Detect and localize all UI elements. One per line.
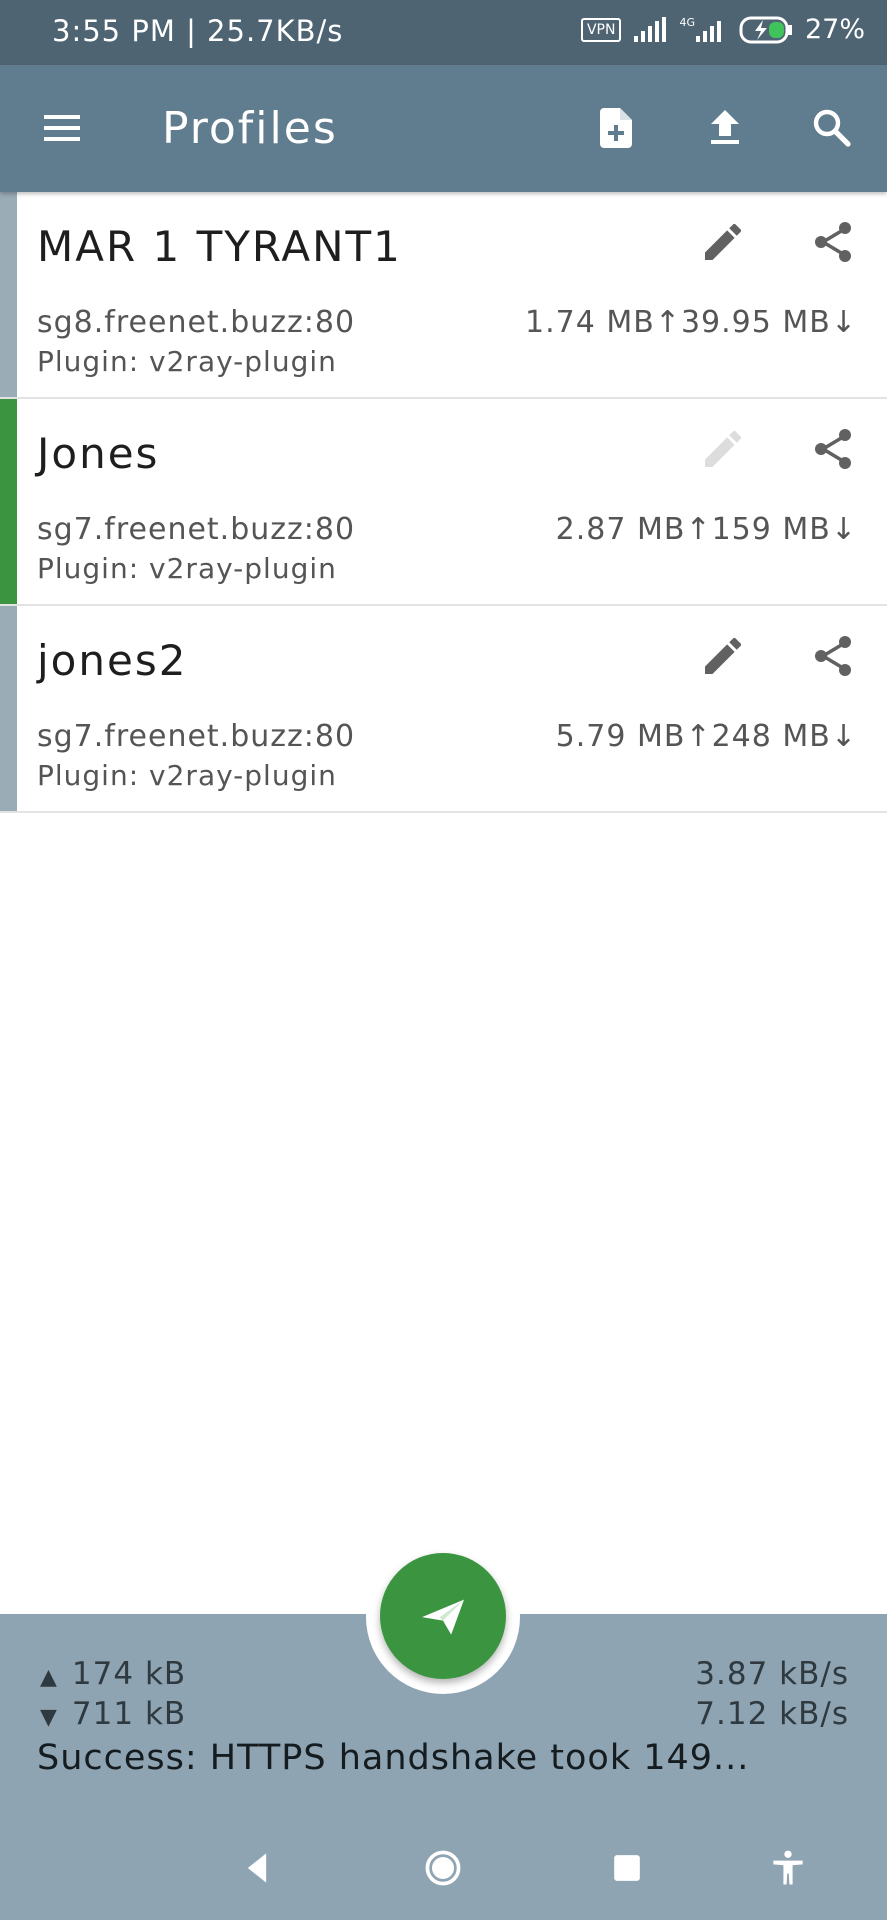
profile-status-indicator [0,192,17,397]
profile-traffic: 2.87 MB↑159 MB↓ [555,512,857,547]
tx-total: ▲ 174 kB [40,1656,186,1692]
nav-accessibility-button[interactable] [758,1838,818,1898]
battery-level: 27% [804,14,865,45]
share-profile-button[interactable] [805,421,861,477]
profile-plugin: Plugin: v2ray-plugin [37,552,337,585]
profile-host: sg7.freenet.buzz:80 [37,512,356,547]
signal-icon-2 [695,20,721,42]
accessibility-icon [773,1850,803,1885]
profile-host: sg8.freenet.buzz:80 [37,305,356,340]
nav-back-button[interactable] [227,1838,287,1898]
search-icon [813,109,851,147]
upload-arrow-icon: ▲ [40,1665,58,1690]
signal-icon [634,16,667,42]
battery-icon [739,16,792,43]
profile-card-mar-1-tyrant1[interactable]: MAR 1 TYRANT1 sg8.freenet.buzz:80 1.74 M… [0,192,887,399]
vpn-badge: VPN [580,17,622,42]
status-time-speed: 3:55 PM | 25.7KB/s [52,14,344,48]
profile-name: Jones [37,429,160,478]
share-profile-button[interactable] [805,628,861,684]
pencil-icon [705,223,742,260]
profile-list: MAR 1 TYRANT1 sg8.freenet.buzz:80 1.74 M… [0,192,887,813]
profile-traffic: 1.74 MB↑39.95 MB↓ [525,305,857,340]
upload-icon [711,110,739,144]
rx-rate: 7.12 kB/s [695,1696,849,1732]
download-arrow-icon: ▼ [40,1705,58,1730]
tx-total-value: 174 kB [71,1656,187,1692]
app-root: 3:55 PM | 25.7KB/s VPN 4G 27% Profiles M… [0,0,887,1920]
profile-name: jones2 [37,636,188,685]
network-type-group: 4G [679,17,727,43]
back-icon [247,1853,267,1883]
edit-profile-button[interactable] [695,214,751,270]
connect-fab[interactable] [380,1553,506,1679]
share-profile-button[interactable] [805,214,861,270]
pencil-icon [705,430,742,467]
status-indicators: VPN 4G 27% [580,14,865,45]
profile-card-jones2[interactable]: jones2 sg7.freenet.buzz:80 5.79 MB↑248 M… [0,606,887,813]
profile-plugin: Plugin: v2ray-plugin [37,345,337,378]
recents-icon [614,1855,640,1881]
connection-test-result[interactable]: Success: HTTPS handshake took 149... [37,1738,749,1778]
profile-host: sg7.freenet.buzz:80 [37,719,356,754]
profile-name: MAR 1 TYRANT1 [37,222,402,271]
profile-status-indicator [0,399,17,604]
pencil-icon [705,637,742,674]
menu-icon [44,115,80,141]
network-type-label: 4G [679,15,695,29]
import-button[interactable] [693,96,757,160]
rx-total-value: 711 kB [71,1696,187,1732]
share-icon [815,429,851,469]
app-bar: Profiles [0,65,887,192]
tx-rate: 3.87 kB/s [695,1656,849,1692]
edit-profile-button[interactable] [695,628,751,684]
paper-plane-icon [422,1599,464,1635]
search-button[interactable] [800,96,864,160]
profile-card-jones[interactable]: Jones sg7.freenet.buzz:80 2.87 MB↑159 MB… [0,399,887,606]
add-profile-button[interactable] [584,96,648,160]
share-icon [815,636,851,676]
profile-plugin: Plugin: v2ray-plugin [37,759,337,792]
edit-profile-button [695,421,751,477]
nav-recents-button[interactable] [597,1838,657,1898]
nav-home-button[interactable] [413,1838,473,1898]
profile-status-indicator [0,606,17,811]
rx-total: ▼ 711 kB [40,1696,186,1732]
home-icon [425,1850,461,1886]
status-bar: 3:55 PM | 25.7KB/s VPN 4G 27% [0,0,887,65]
profile-traffic: 5.79 MB↑248 MB↓ [555,719,857,754]
share-icon [815,222,851,262]
menu-button[interactable] [30,96,94,160]
add-file-icon [600,108,632,148]
page-title: Profiles [162,103,338,154]
